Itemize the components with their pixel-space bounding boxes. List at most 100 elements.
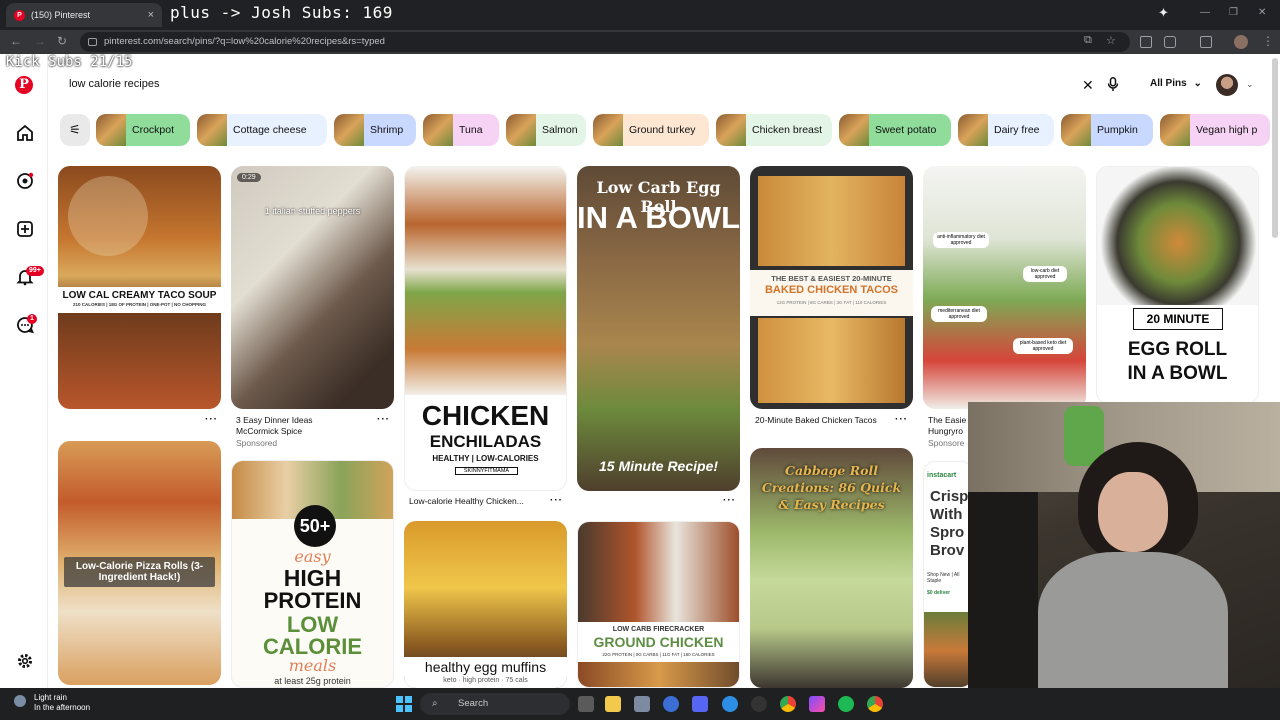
pin-more-icon[interactable]: ··· [377,414,390,425]
webcam-chair [968,492,1038,694]
reload-icon[interactable]: ↻ [57,34,67,48]
close-tab-icon[interactable]: × [148,9,154,21]
filter-chip[interactable]: Vegan high p [1160,114,1270,146]
meals-least: at least 25g protein [274,676,351,686]
pinterest-logo-icon[interactable]: P [15,76,33,94]
edge-icon[interactable] [722,696,738,712]
sparkle-icon[interactable]: ✦ [1158,5,1169,21]
extension-icon[interactable] [1140,36,1152,48]
filter-chip[interactable]: Shrimp [334,114,416,146]
chrome-profile-icon[interactable] [867,696,883,712]
pin-chicken-enchiladas[interactable]: CHICKEN ENCHILADAS HEALTHY | LOW-CALORIE… [404,166,567,491]
chip-thumbnail [593,114,623,146]
settings-gear-icon[interactable] [16,652,34,670]
copilot-icon[interactable] [809,696,825,712]
chip-thumbnail [423,114,453,146]
filter-chip[interactable]: Cottage cheese [197,114,327,146]
maximize-icon[interactable]: ❐ [1229,7,1238,18]
pin-high-protein-meals[interactable]: 50+ easy HIGH PROTEIN LOW CALORIE meals … [231,460,394,688]
egg-roll-photo [1097,167,1258,305]
filter-chip[interactable]: Chicken breast [716,114,832,146]
pin-cabbage-rolls[interactable]: Cabbage Roll Creations: 86 Quick & Easy … [750,448,913,688]
url-field[interactable]: pinterest.com/search/pins/?q=low%20calor… [80,32,1130,52]
obs-icon[interactable] [751,696,767,712]
page-scrollbar[interactable] [1272,58,1278,238]
pin-egg-muffins[interactable]: healthy egg muffins keto · high protein … [404,521,567,688]
filter-chip[interactable]: Pumpkin [1061,114,1153,146]
pin-title[interactable]: Low-calorie Healthy Chicken... [409,496,524,507]
pin-20-minute-egg-roll[interactable]: 20 MINUTE EGG ROLL IN A BOWL [1096,166,1259,404]
search-icon: ⌕ [432,698,438,709]
filter-chip[interactable]: Ground turkey [593,114,709,146]
search-scope-dropdown[interactable]: All Pins ⌄ [1150,78,1202,89]
chip-thumbnail [96,114,126,146]
egg20-line1: 20 MINUTE [1133,308,1223,330]
file-explorer-icon[interactable] [605,696,621,712]
ground-chicken-photo [578,522,739,622]
task-view-icon[interactable] [578,696,594,712]
account-chevron-icon[interactable]: ⌄ [1246,79,1254,90]
pin-brand[interactable]: McCormick Spice [236,426,302,437]
filter-chip[interactable]: Tuna [423,114,499,146]
window-close-icon[interactable]: ✕ [1258,7,1266,18]
pin-pizza-rolls[interactable]: Low-Calorie Pizza Rolls (3-Ingredient Ha… [58,441,221,685]
pin-diet-bowl[interactable]: anti-inflammatory diet approved low-carb… [923,166,1086,409]
menu-kebab-icon[interactable]: ⋮ [1262,34,1274,48]
filter-chip[interactable]: Salmon [506,114,586,146]
filter-chip[interactable]: Dairy free [958,114,1054,146]
clear-search-icon[interactable]: ✕ [1082,77,1094,94]
chrome-icon[interactable] [780,696,796,712]
weather-widget[interactable]: Light rain In the afternoon [14,693,90,713]
ground-bottom-photo [578,662,739,687]
pin-title[interactable]: 3 Easy Dinner Ideas [236,415,313,426]
browser-tab[interactable]: P (150) Pinterest × [6,3,162,27]
chip-bar: Crockpot Cottage cheese Shrimp Tuna Salmon Gr… [96,114,1280,146]
pin-title[interactable]: The Easie [928,415,966,426]
pin-more-icon[interactable]: ··· [723,495,736,506]
chip-thumbnail [1061,114,1091,146]
filter-button[interactable]: ⚟ [60,114,90,146]
forward-icon[interactable]: → [34,34,46,48]
explore-icon[interactable] [16,172,34,190]
search-bar[interactable]: low calorie recipes [58,70,1128,100]
windows-start-icon[interactable] [396,696,412,712]
windows-taskbar: Light rain In the afternoon ⌕ Search [0,688,1280,720]
pin-title[interactable]: 20-Minute Baked Chicken Tacos [755,415,885,426]
browser-app-icon[interactable] [663,696,679,712]
pin-egg-roll-bowl[interactable]: Low Carb Egg Roll IN A BOWL 15 Minute Re… [577,166,740,491]
filter-chip[interactable]: Sweet potato [839,114,951,146]
app-icon[interactable] [634,696,650,712]
microphone-icon[interactable] [1107,77,1119,92]
search-input[interactable]: low calorie recipes [69,78,159,90]
side-panel-icon[interactable] [1200,36,1212,48]
enchilada-brand: SKINNYFITMAMA [455,467,518,475]
extensions-puzzle-icon[interactable] [1164,36,1176,48]
site-info-icon[interactable] [88,38,97,46]
pin-baked-chicken-tacos[interactable]: THE BEST & EASIEST 20-MINUTE BAKED CHICK… [750,166,913,409]
home-icon[interactable] [16,124,34,142]
install-app-icon[interactable]: ⧉ [1084,34,1092,47]
discord-icon[interactable] [692,696,708,712]
minimize-icon[interactable]: — [1200,7,1210,18]
pin-instacart-ad[interactable]: instacart Crisp With Spro Brov Shop New … [923,461,973,688]
back-icon[interactable]: ← [10,34,22,48]
bookmark-star-icon[interactable]: ☆ [1106,34,1116,47]
taco-soup-title: LOW CAL CREAMY TACO SOUP [62,290,217,301]
filter-chip[interactable]: Crockpot [96,114,190,146]
spotify-icon[interactable] [838,696,854,712]
taskbar-search[interactable]: ⌕ Search [420,693,570,715]
instacart-photo [924,612,972,687]
instacart-logo: instacart [927,472,957,479]
pin-brand[interactable]: Hungryro [928,426,963,437]
pin-ground-chicken[interactable]: LOW CARB FIRECRACKER GROUND CHICKEN 22G … [577,521,740,688]
pin-more-icon[interactable]: ··· [895,414,908,425]
pin-more-icon[interactable]: ··· [205,414,218,425]
pin-taco-soup[interactable]: LOW CAL CREAMY TACO SOUP 210 CALORIES | … [58,166,221,409]
account-avatar[interactable] [1216,74,1238,96]
egg20-line2: EGG ROLL [1127,339,1228,360]
pin-video-stuffed-peppers[interactable]: 0:29 1 italian stuffed peppers [231,166,394,409]
pin-more-icon[interactable]: ··· [550,495,563,506]
profile-avatar[interactable] [1234,35,1248,49]
eggroll-line2: IN A BOWL [577,200,740,235]
create-icon[interactable] [16,220,34,238]
